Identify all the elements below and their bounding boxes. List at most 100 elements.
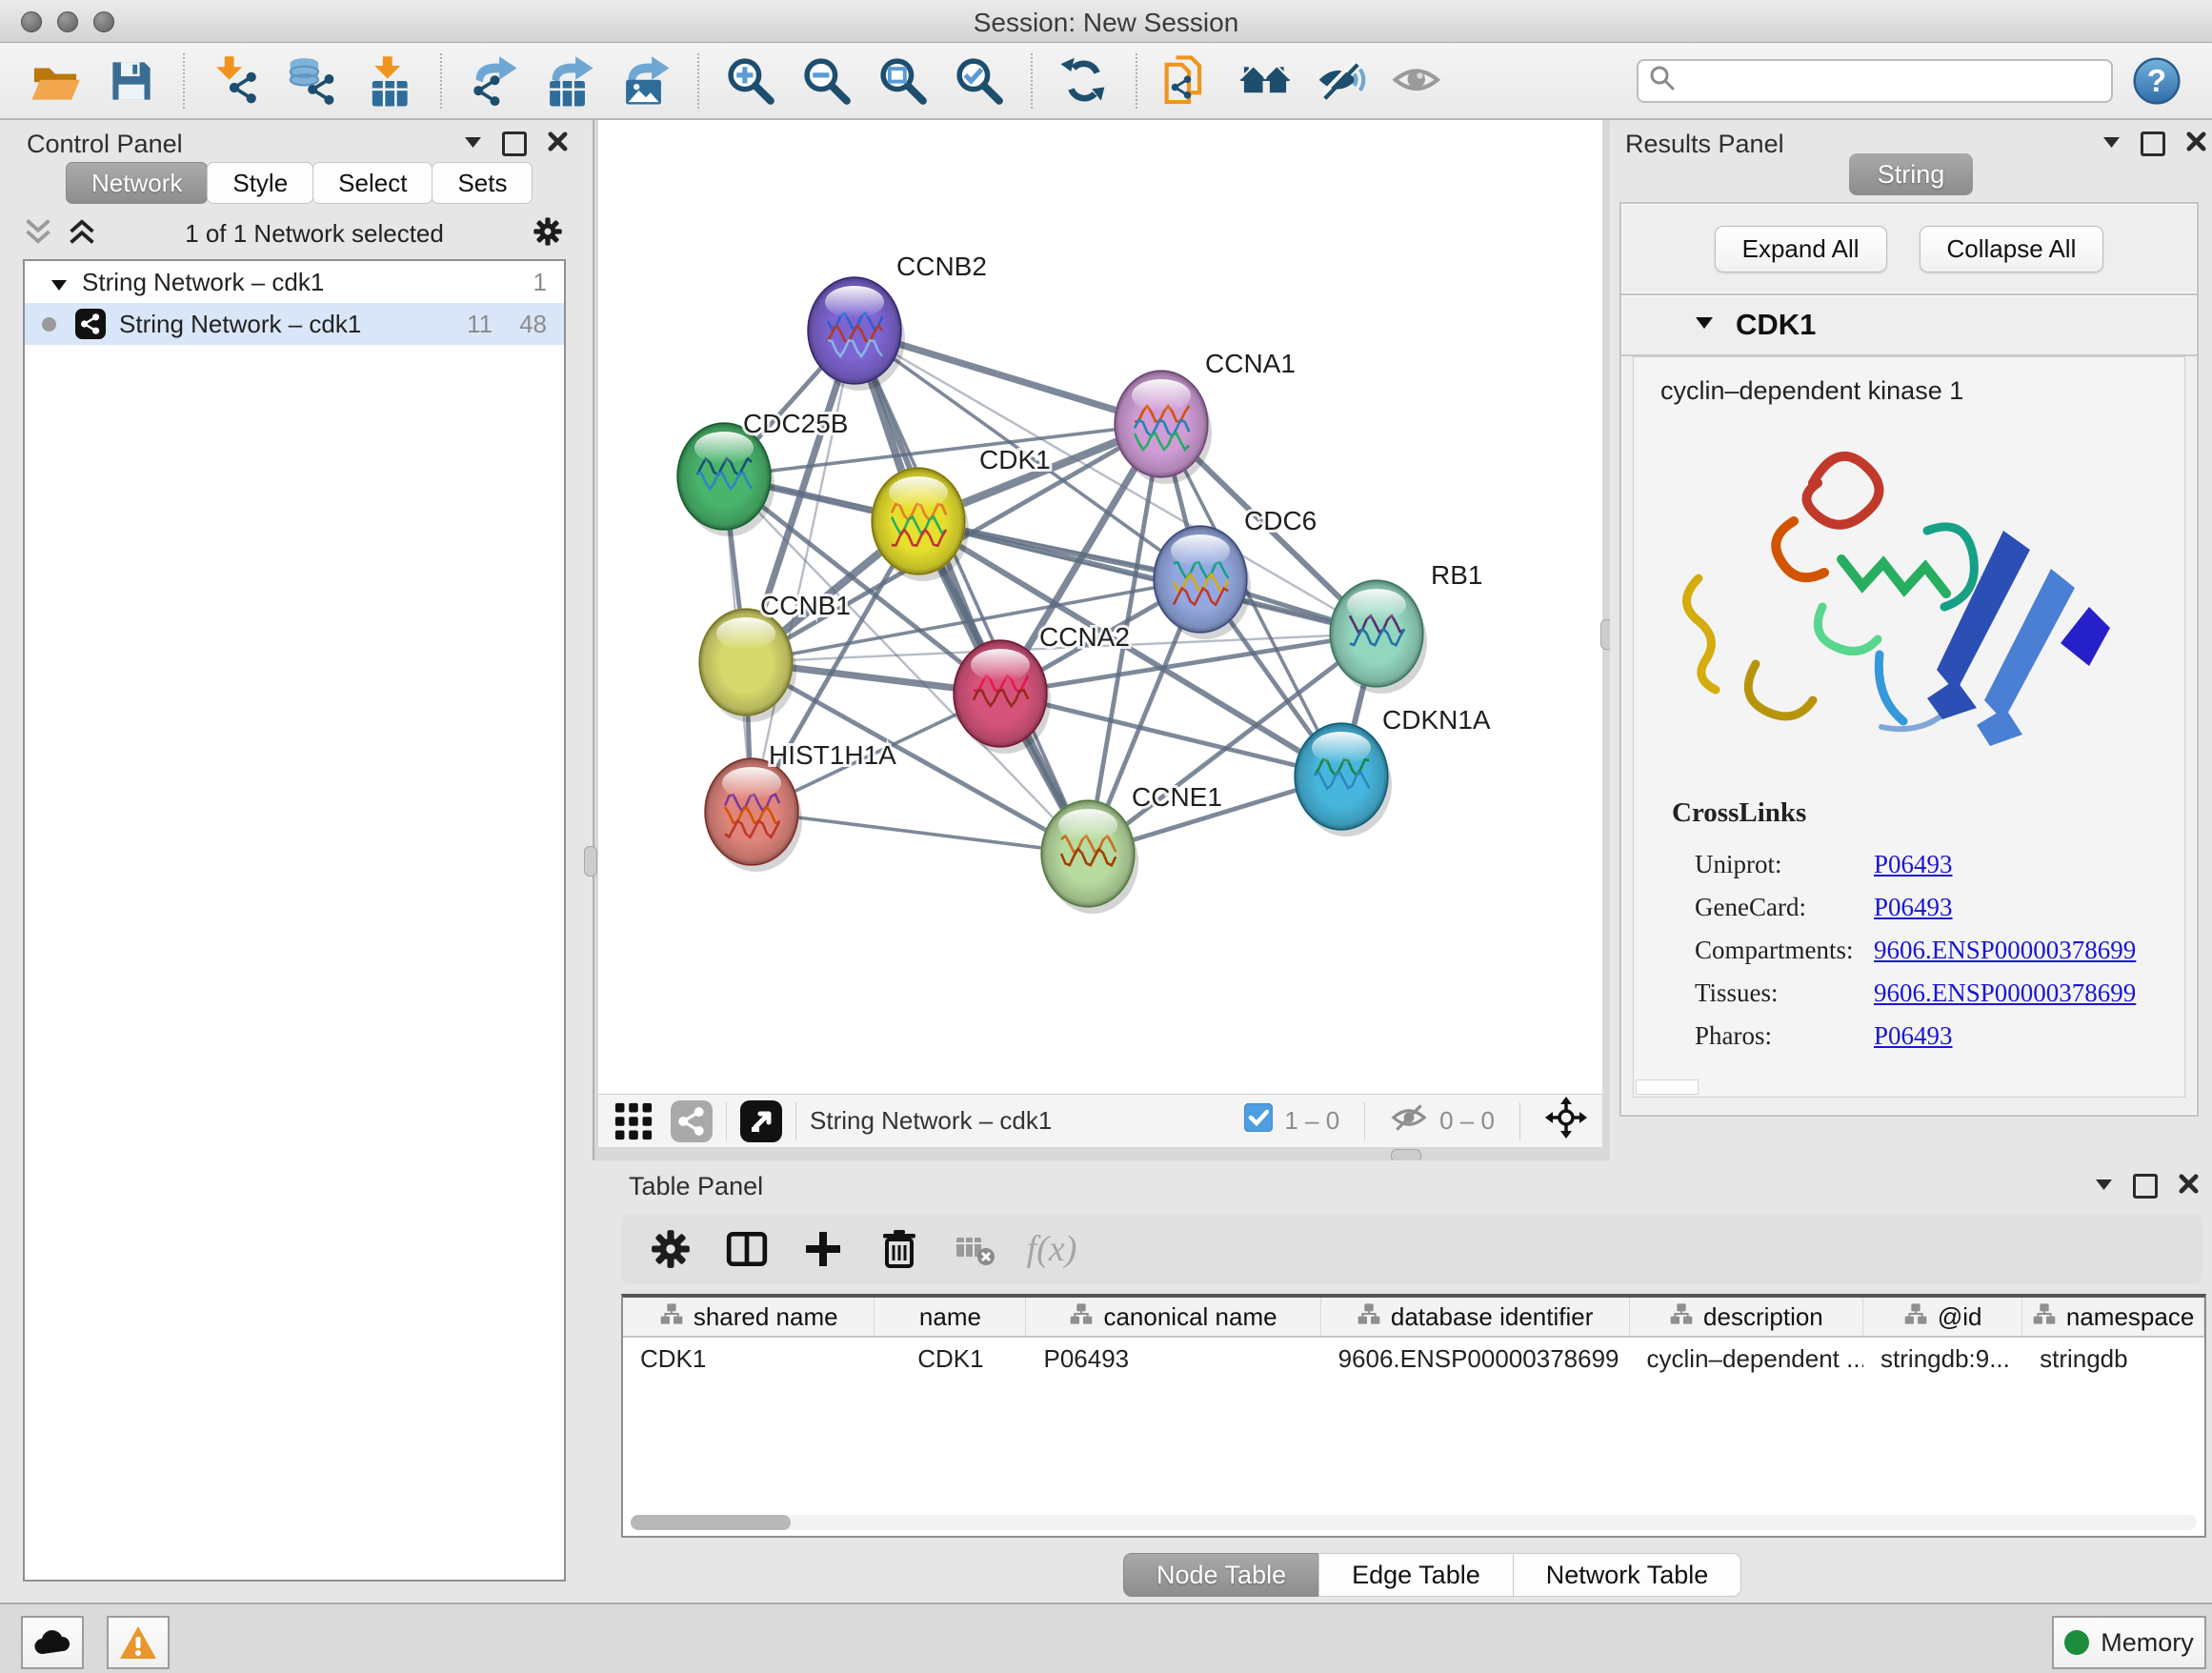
open-in-window-icon[interactable] <box>740 1100 782 1142</box>
column-header-canonical-name[interactable]: canonical name <box>1026 1298 1320 1336</box>
toolbar-separator <box>697 53 699 109</box>
crosslink-link[interactable]: P06493 <box>1874 893 1953 922</box>
gene-section-header[interactable]: CDK1 <box>1621 295 2197 356</box>
zoom-selected-icon[interactable] <box>953 54 1006 108</box>
zoom-fit-icon[interactable] <box>876 54 930 108</box>
collapse-table-icon[interactable] <box>2096 1178 2112 1195</box>
network-node-cdkn1a[interactable]: CDKN1A <box>1295 705 1491 836</box>
tab-style[interactable]: Style <box>207 162 313 204</box>
hidden-count: 0 – 0 <box>1439 1106 1495 1136</box>
results-scrollbar[interactable] <box>1636 1079 1699 1095</box>
export-network-icon[interactable] <box>467 54 520 108</box>
crosslinks-title: CrossLinks <box>1672 797 1806 829</box>
column-header-label: database identifier <box>1391 1302 1593 1332</box>
import-network-icon[interactable] <box>210 54 263 108</box>
refresh-icon[interactable] <box>1057 54 1111 108</box>
column-header--id[interactable]: @id <box>1863 1298 2022 1336</box>
namespace-tree-icon <box>2032 1302 2057 1332</box>
expand-all-tree-icon[interactable] <box>67 218 97 250</box>
close-results-icon[interactable] <box>2186 131 2206 156</box>
memory-button[interactable]: Memory <box>2052 1616 2206 1669</box>
zoom-out-icon[interactable] <box>800 54 854 108</box>
string-network-badge-icon[interactable] <box>671 1100 713 1142</box>
network-node-cdc6[interactable]: CDC6 <box>1154 506 1317 639</box>
column-header-description[interactable]: description <box>1630 1298 1864 1336</box>
node-label: CCNA2 <box>1039 622 1130 652</box>
tab-string[interactable]: String <box>1849 153 1974 195</box>
column-header-shared-name[interactable]: shared name <box>623 1298 875 1336</box>
float-table-icon[interactable] <box>2133 1174 2158 1199</box>
delete-column-trash-icon[interactable] <box>873 1222 926 1276</box>
create-column-plus-icon[interactable] <box>796 1222 850 1276</box>
tab-edge-table[interactable]: Edge Table <box>1318 1553 1514 1597</box>
hidden-eye-icon[interactable] <box>1390 1100 1428 1141</box>
float-results-icon[interactable] <box>2141 131 2165 156</box>
table-row[interactable]: CDK1CDK1P064939606.ENSP00000378699cyclin… <box>623 1338 2204 1380</box>
collapse-all-tree-icon[interactable] <box>23 218 53 250</box>
table-hscrollbar <box>631 1515 2197 1530</box>
document-share-icon[interactable] <box>1162 54 1216 108</box>
table-settings-gear-icon[interactable] <box>644 1222 697 1276</box>
hide-selected-icon[interactable] <box>1315 54 1368 108</box>
show-columns-icon[interactable] <box>720 1222 774 1276</box>
network-node-ccne1[interactable]: CCNE1 <box>1041 782 1222 914</box>
tab-network[interactable]: Network <box>66 162 208 204</box>
close-table-icon[interactable] <box>2179 1174 2199 1199</box>
selected-checkbox-icon[interactable] <box>1244 1103 1273 1139</box>
network-node-hist1h1a[interactable]: HIST1H1A <box>705 740 896 872</box>
network-view-toolbar: String Network – cdk1 1 – 0 0 – 0 <box>598 1094 1602 1147</box>
control-panel: Control Panel NetworkStyleSelectSets 1 o… <box>0 120 594 1602</box>
network-collection-row[interactable]: String Network – cdk1 1 <box>25 261 564 303</box>
home-multiple-icon[interactable] <box>1238 54 1292 108</box>
show-all-icon[interactable] <box>1391 54 1444 108</box>
warnings-button[interactable] <box>107 1616 170 1669</box>
crosslink-link[interactable]: 9606.ENSP00000378699 <box>1874 936 2136 965</box>
network-edge <box>855 331 1088 854</box>
birds-eye-view-icon[interactable] <box>613 1101 654 1141</box>
crosslink-link[interactable]: 9606.ENSP00000378699 <box>1874 978 2136 1008</box>
float-panel-icon[interactable] <box>502 131 527 156</box>
cloud-button[interactable] <box>21 1616 84 1669</box>
import-table-icon[interactable] <box>362 54 415 108</box>
namespace-tree-icon <box>1357 1302 1381 1332</box>
left-splitter-handle[interactable] <box>584 846 597 877</box>
collapse-results-icon[interactable] <box>2103 135 2120 152</box>
open-folder-icon[interactable] <box>29 54 82 108</box>
export-table-icon[interactable] <box>543 54 596 108</box>
gene-collapse-icon[interactable] <box>1696 316 1713 333</box>
column-header-database-identifier[interactable]: database identifier <box>1321 1298 1630 1336</box>
table-hscrollbar-thumb[interactable] <box>631 1515 791 1530</box>
zoom-in-icon[interactable] <box>724 54 777 108</box>
network-node-ccnb1[interactable]: CCNB1 <box>699 591 851 722</box>
table-cell: cyclin–dependent ... <box>1630 1338 1864 1380</box>
network-node-ccnb2[interactable]: CCNB2 <box>808 252 987 391</box>
expand-all-button[interactable]: Expand All <box>1715 226 1887 272</box>
network-node-cdc25b[interactable]: CDC25B <box>677 409 848 536</box>
crosslink-link[interactable]: P06493 <box>1874 850 1953 879</box>
export-image-icon[interactable] <box>619 54 673 108</box>
tree-expand-icon[interactable] <box>51 268 67 297</box>
close-panel-icon[interactable] <box>548 131 568 156</box>
string-app-icon <box>75 309 106 339</box>
collapse-panel-icon[interactable] <box>465 135 481 152</box>
network-item-label: String Network – cdk1 <box>119 310 361 339</box>
column-header-name[interactable]: name <box>875 1298 1026 1336</box>
column-header-namespace[interactable]: namespace <box>2022 1298 2204 1336</box>
network-canvas[interactable]: CCNB2CCNA1CDC25BCDK1CDC6RB1CCNB1CCNA2CDK… <box>598 120 1602 1094</box>
column-header-label: shared name <box>694 1302 838 1332</box>
collapse-all-button[interactable]: Collapse All <box>1920 226 2104 272</box>
network-node-rb1[interactable]: RB1 <box>1330 560 1482 694</box>
tab-select[interactable]: Select <box>312 162 432 204</box>
search-input[interactable] <box>1684 67 2101 95</box>
tab-network-table[interactable]: Network Table <box>1513 1553 1742 1597</box>
tab-sets[interactable]: Sets <box>432 162 533 204</box>
network-item-row[interactable]: String Network – cdk1 11 48 <box>25 303 564 345</box>
help-button[interactable]: ? <box>2130 54 2183 108</box>
import-database-icon[interactable] <box>286 54 339 108</box>
crosslink-link[interactable]: P06493 <box>1874 1021 1953 1051</box>
fit-content-crosshair-icon[interactable] <box>1545 1097 1587 1145</box>
save-icon[interactable] <box>105 54 158 108</box>
selected-count: 1 – 0 <box>1284 1106 1339 1136</box>
network-options-gear-icon[interactable] <box>532 215 564 252</box>
tab-node-table[interactable]: Node Table <box>1123 1553 1319 1597</box>
